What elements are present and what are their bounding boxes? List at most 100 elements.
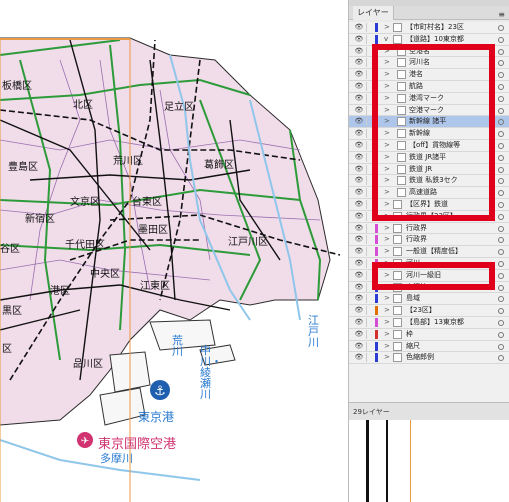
- eye-icon[interactable]: 👁: [354, 140, 364, 151]
- expand-arrow-icon[interactable]: >: [384, 270, 390, 281]
- target-circle-icon[interactable]: [498, 72, 504, 79]
- eye-icon[interactable]: 👁: [354, 57, 364, 68]
- layer-name[interactable]: 河川一級旧: [406, 270, 441, 281]
- expand-arrow-icon[interactable]: >: [384, 246, 390, 257]
- layer-row[interactable]: 👁 > 河川名: [349, 57, 509, 70]
- lock-toggle[interactable]: [366, 129, 373, 139]
- layer-row[interactable]: 👁 > 空港マーク: [349, 105, 509, 117]
- layer-row[interactable]: 👁 > 港湾マーク: [349, 93, 509, 105]
- lock-toggle[interactable]: [366, 270, 373, 280]
- layer-row[interactable]: 👁 > 高速道路: [349, 187, 509, 199]
- layer-row[interactable]: 👁 > 色縮郎例: [349, 352, 509, 365]
- expand-arrow-icon[interactable]: >: [384, 46, 390, 57]
- layer-name[interactable]: 【23区】: [406, 305, 436, 316]
- layer-name[interactable]: 新幹線 諸平: [409, 116, 446, 127]
- layer-row[interactable]: 👁 > 【off】貨物線等: [349, 140, 509, 152]
- target-circle-icon[interactable]: [498, 331, 504, 338]
- expand-arrow-icon[interactable]: >: [384, 57, 390, 68]
- layer-row[interactable]: 👁 > 【島部】13東京都: [349, 317, 509, 329]
- layer-row[interactable]: 👁 > 【市町村名】23区: [349, 22, 509, 34]
- target-circle-icon[interactable]: [498, 119, 504, 126]
- layer-row[interactable]: 👁 > 空港名: [349, 46, 509, 58]
- target-circle-icon[interactable]: [498, 190, 504, 197]
- eye-icon[interactable]: 👁: [354, 223, 364, 234]
- eye-icon[interactable]: 👁: [354, 46, 364, 57]
- lock-toggle[interactable]: [366, 176, 373, 186]
- target-circle-icon[interactable]: [498, 308, 504, 315]
- layer-row[interactable]: 👁 > 縮尺: [349, 341, 509, 353]
- layer-name[interactable]: 空港名: [409, 46, 430, 57]
- target-circle-icon[interactable]: [498, 36, 504, 43]
- layer-name[interactable]: 行政界: [406, 234, 427, 245]
- eye-icon[interactable]: 👁: [354, 116, 364, 127]
- layer-name[interactable]: 色縮郎例: [406, 352, 434, 363]
- lock-toggle[interactable]: [366, 34, 373, 44]
- eye-icon[interactable]: 👁: [354, 270, 364, 281]
- expand-arrow-icon[interactable]: >: [384, 116, 390, 127]
- eye-icon[interactable]: 👁: [354, 152, 364, 163]
- target-circle-icon[interactable]: [498, 25, 504, 31]
- layer-row[interactable]: 👁 > 港名: [349, 69, 509, 81]
- expand-arrow-icon[interactable]: >: [384, 93, 390, 104]
- expand-arrow-icon[interactable]: >: [384, 81, 390, 92]
- layer-name[interactable]: 行政界【23区】: [406, 211, 457, 222]
- expand-arrow-icon[interactable]: >: [384, 223, 390, 234]
- lock-toggle[interactable]: [366, 258, 373, 268]
- target-circle-icon[interactable]: [498, 355, 504, 362]
- layer-row[interactable]: 👁 > 枠: [349, 329, 509, 341]
- layer-name[interactable]: 【off】貨物線等: [409, 140, 460, 151]
- target-circle-icon[interactable]: [498, 131, 504, 138]
- target-circle-icon[interactable]: [498, 83, 504, 90]
- target-circle-icon[interactable]: [498, 107, 504, 114]
- lock-toggle[interactable]: [366, 105, 373, 115]
- layer-row[interactable]: 👁 > 一般道【精度低】: [349, 246, 509, 258]
- eye-icon[interactable]: 👁: [354, 69, 364, 80]
- expand-arrow-icon[interactable]: >: [384, 352, 390, 363]
- lock-toggle[interactable]: [366, 247, 373, 257]
- layer-name[interactable]: 空港マーク: [409, 105, 444, 116]
- layer-row[interactable]: 👁 > 行政界: [349, 223, 509, 235]
- target-circle-icon[interactable]: [498, 225, 504, 232]
- lock-toggle[interactable]: [366, 341, 373, 351]
- expand-arrow-icon[interactable]: >: [384, 152, 390, 163]
- expand-arrow-icon[interactable]: >: [384, 140, 390, 151]
- lock-toggle[interactable]: [366, 152, 373, 162]
- layer-row[interactable]: 👁 v 【道路】10東京都: [349, 34, 509, 46]
- layer-name[interactable]: 鉄道 私鉄3セク: [409, 175, 458, 186]
- layer-row[interactable]: 👁 > 水涯線: [349, 282, 509, 294]
- target-circle-icon[interactable]: [498, 260, 504, 267]
- expand-arrow-icon[interactable]: >: [384, 282, 390, 293]
- tab-layers[interactable]: レイヤー: [353, 6, 394, 20]
- layer-name[interactable]: 【区界】鉄道: [406, 199, 448, 210]
- target-circle-icon[interactable]: [498, 296, 504, 303]
- target-circle-icon[interactable]: [498, 142, 504, 149]
- panel-menu-icon[interactable]: ≡: [498, 8, 505, 22]
- eye-icon[interactable]: 👁: [354, 352, 364, 363]
- layer-name[interactable]: 港名: [409, 69, 423, 80]
- eye-icon[interactable]: 👁: [354, 81, 364, 92]
- lock-toggle[interactable]: [366, 294, 373, 304]
- lock-toggle[interactable]: [366, 223, 373, 233]
- layer-name[interactable]: 枠: [406, 329, 413, 340]
- target-circle-icon[interactable]: [498, 178, 504, 185]
- layer-row[interactable]: 👁 > 航路: [349, 81, 509, 93]
- layer-name[interactable]: 水涯線: [406, 282, 427, 293]
- layer-name[interactable]: 縮尺: [406, 341, 420, 352]
- expand-arrow-icon[interactable]: v: [384, 34, 388, 45]
- expand-arrow-icon[interactable]: >: [384, 317, 390, 328]
- eye-icon[interactable]: 👁: [354, 293, 364, 304]
- lock-toggle[interactable]: [366, 317, 373, 327]
- layer-name[interactable]: 島域: [406, 293, 420, 304]
- expand-arrow-icon[interactable]: >: [384, 293, 390, 304]
- layer-name[interactable]: 行政界: [406, 223, 427, 234]
- eye-icon[interactable]: 👁: [354, 282, 364, 293]
- lock-toggle[interactable]: [366, 199, 373, 209]
- eye-icon[interactable]: 👁: [354, 341, 364, 352]
- map-canvas[interactable]: ⚓ ✈ 板橋区 北区 足立区 荒川区 豊島区 葛飾区 文京区 台東区 新宿区 墨…: [0, 0, 348, 502]
- lock-toggle[interactable]: [366, 235, 373, 245]
- target-circle-icon[interactable]: [498, 166, 504, 173]
- lock-toggle[interactable]: [366, 329, 373, 339]
- lock-toggle[interactable]: [366, 93, 373, 103]
- target-circle-icon[interactable]: [498, 60, 504, 67]
- layer-row[interactable]: 👁 > 新幹線 諸平: [349, 116, 509, 129]
